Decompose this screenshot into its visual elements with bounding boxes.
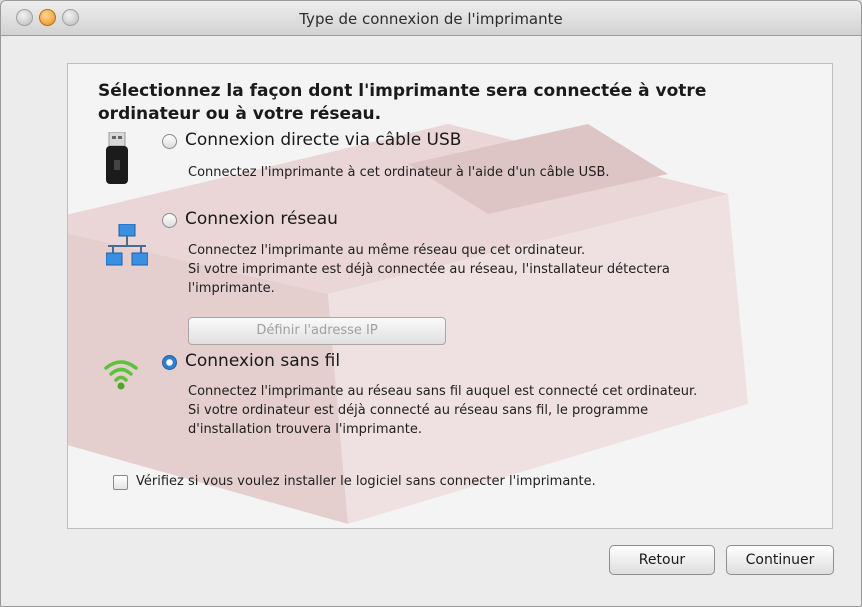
set-ip-address-button[interactable]: Définir l'adresse IP	[188, 317, 446, 345]
option-label-wireless[interactable]: Connexion sans fil	[185, 351, 340, 371]
connection-options-panel: Sélectionnez la façon dont l'imprimante …	[67, 63, 833, 529]
option-description-wireless: Connectez l'imprimante au réseau sans fi…	[188, 384, 698, 437]
window-title: Type de connexion de l'imprimante	[299, 10, 563, 28]
radio-usb-connection[interactable]	[162, 134, 177, 149]
install-without-printer-label[interactable]: Vérifiez si vous voulez installer le log…	[136, 474, 596, 489]
option-label-usb[interactable]: Connexion directe via câble USB	[185, 130, 461, 150]
option-description-usb: Connectez l'imprimante à cet ordinateur …	[188, 165, 610, 180]
install-without-printer-checkbox[interactable]	[113, 475, 128, 490]
option-description-network: Connectez l'imprimante au même réseau qu…	[188, 243, 670, 296]
radio-network-connection[interactable]	[162, 213, 177, 228]
dialog-window: Type de connexion de l'imprimante Sélect…	[0, 0, 862, 607]
radio-wireless-connection[interactable]	[162, 355, 177, 370]
wifi-icon	[104, 360, 138, 390]
option-label-network[interactable]: Connexion réseau	[185, 209, 338, 229]
back-button[interactable]: Retour	[609, 545, 715, 575]
network-icon	[106, 224, 148, 266]
usb-icon	[106, 132, 128, 184]
instruction-heading: Sélectionnez la façon dont l'imprimante …	[98, 81, 707, 124]
continue-button[interactable]: Continuer	[726, 545, 834, 575]
title-bar[interactable]: Type de connexion de l'imprimante	[1, 1, 861, 36]
